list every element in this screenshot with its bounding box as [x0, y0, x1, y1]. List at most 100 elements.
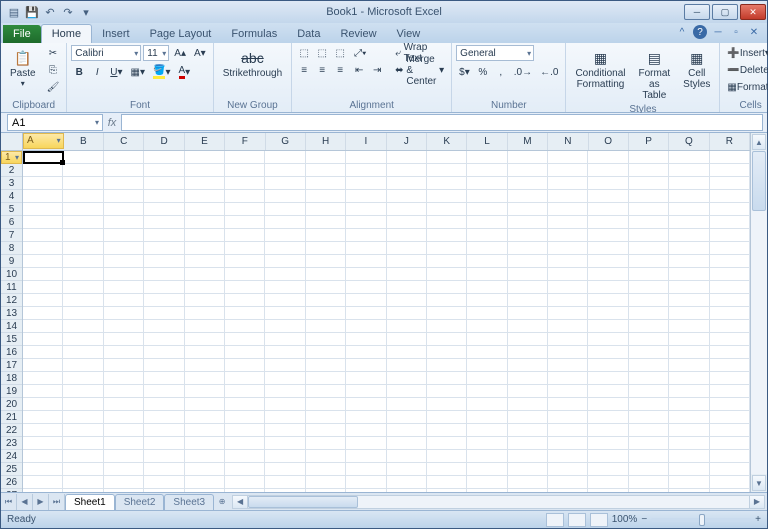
row-header-26[interactable]: 26 [1, 476, 22, 489]
formula-bar[interactable] [121, 114, 763, 131]
increase-indent-button[interactable]: ⇥ [369, 62, 385, 78]
column-header-N[interactable]: N [548, 133, 588, 150]
align-bottom-button[interactable]: ⬚ [332, 45, 348, 61]
row-header-22[interactable]: 22 [1, 424, 22, 437]
row-header-13[interactable]: 13 [1, 307, 22, 320]
new-sheet-button[interactable]: ⊕ [214, 494, 230, 510]
conditional-formatting-button[interactable]: ▦ Conditional Formatting [570, 45, 630, 93]
tab-formulas[interactable]: Formulas [221, 25, 287, 43]
row-header-23[interactable]: 23 [1, 437, 22, 450]
merge-center-button[interactable]: ⬌ Merge & Center ▾ [392, 62, 447, 78]
format-as-table-button[interactable]: ▤ Format as Table [634, 45, 676, 104]
sheet-tab-2[interactable]: Sheet2 [115, 494, 165, 510]
doc-minimize-icon[interactable]: ─ [711, 25, 725, 39]
row-header-15[interactable]: 15 [1, 333, 22, 346]
delete-cells-button[interactable]: ➖ Delete ▾ [724, 62, 768, 78]
sheet-nav-prev[interactable]: ◀ [17, 494, 33, 510]
align-left-button[interactable]: ≡ [296, 62, 312, 78]
border-button[interactable]: ▦▾ [128, 64, 148, 80]
percent-button[interactable]: % [475, 64, 491, 80]
row-header-10[interactable]: 10 [1, 268, 22, 281]
minimize-ribbon-icon[interactable]: ^ [675, 25, 689, 39]
paste-button[interactable]: 📋 Paste ▾ [5, 45, 41, 91]
help-icon[interactable]: ? [693, 25, 707, 39]
bold-button[interactable]: B [71, 64, 87, 80]
column-header-K[interactable]: K [427, 133, 467, 150]
doc-close-icon[interactable]: ✕ [747, 25, 761, 39]
align-top-button[interactable]: ⬚ [296, 45, 312, 61]
grow-font-button[interactable]: A▴ [171, 45, 189, 61]
tab-view[interactable]: View [387, 25, 431, 43]
minimize-button[interactable]: ─ [684, 4, 710, 20]
select-all-corner[interactable] [1, 133, 22, 151]
orientation-button[interactable]: ⤢▾ [351, 45, 369, 61]
row-header-5[interactable]: 5 [1, 203, 22, 216]
row-header-19[interactable]: 19 [1, 385, 22, 398]
tab-data[interactable]: Data [287, 25, 330, 43]
font-name-select[interactable]: Calibri [71, 45, 141, 61]
vscroll-track[interactable] [751, 151, 767, 474]
number-format-select[interactable]: General [456, 45, 534, 61]
column-header-D[interactable]: D [144, 133, 184, 150]
fx-icon[interactable]: fx [103, 117, 121, 129]
column-header-O[interactable]: O [589, 133, 629, 150]
font-size-select[interactable]: 11 [143, 45, 169, 61]
shrink-font-button[interactable]: A▾ [191, 45, 209, 61]
accounting-button[interactable]: $▾ [456, 64, 473, 80]
column-header-A[interactable]: A [23, 133, 64, 149]
zoom-level[interactable]: 100% [612, 514, 638, 525]
copy-button[interactable]: ⎘ [44, 62, 63, 78]
column-header-C[interactable]: C [104, 133, 144, 150]
qat-more-icon[interactable]: ▾ [79, 5, 93, 19]
format-painter-button[interactable]: 🖌 [44, 79, 63, 95]
row-header-18[interactable]: 18 [1, 372, 22, 385]
align-center-button[interactable]: ≡ [314, 62, 330, 78]
name-box[interactable]: A1 [7, 114, 103, 131]
column-header-B[interactable]: B [64, 133, 104, 150]
zoom-out-button[interactable]: − [641, 514, 647, 525]
column-header-J[interactable]: J [387, 133, 427, 150]
view-page-break-button[interactable] [590, 513, 608, 527]
hscroll-track[interactable] [248, 495, 749, 509]
scroll-right-button[interactable]: ▶ [749, 495, 765, 509]
scroll-left-button[interactable]: ◀ [232, 495, 248, 509]
sheet-nav-next[interactable]: ▶ [33, 494, 49, 510]
row-header-14[interactable]: 14 [1, 320, 22, 333]
fill-color-button[interactable]: 🪣▾ [150, 64, 173, 80]
zoom-slider[interactable] [651, 518, 751, 522]
row-header-25[interactable]: 25 [1, 463, 22, 476]
tab-file[interactable]: File [3, 25, 41, 43]
comma-button[interactable]: , [493, 64, 509, 80]
insert-cells-button[interactable]: ➕ Insert ▾ [724, 45, 768, 61]
row-header-6[interactable]: 6 [1, 216, 22, 229]
row-header-17[interactable]: 17 [1, 359, 22, 372]
cell-styles-button[interactable]: ▦ Cell Styles [678, 45, 715, 93]
decrease-decimal-button[interactable]: ←.0 [537, 64, 561, 80]
underline-button[interactable]: U▾ [107, 64, 125, 80]
format-cells-button[interactable]: ▦ Format ▾ [724, 79, 768, 95]
font-color-button[interactable]: A▾ [176, 64, 194, 80]
row-header-24[interactable]: 24 [1, 450, 22, 463]
undo-icon[interactable]: ↶ [43, 5, 57, 19]
row-header-8[interactable]: 8 [1, 242, 22, 255]
horizontal-scrollbar[interactable]: ◀ ▶ [232, 495, 765, 509]
row-header-11[interactable]: 11 [1, 281, 22, 294]
sheet-tab-3[interactable]: Sheet3 [164, 494, 214, 510]
zoom-slider-knob[interactable] [699, 514, 705, 526]
row-header-3[interactable]: 3 [1, 177, 22, 190]
row-header-12[interactable]: 12 [1, 294, 22, 307]
column-header-G[interactable]: G [266, 133, 306, 150]
sheet-nav-last[interactable]: ⏭ [49, 494, 65, 510]
column-header-Q[interactable]: Q [669, 133, 709, 150]
scroll-down-button[interactable]: ▼ [752, 475, 766, 491]
tab-insert[interactable]: Insert [92, 25, 140, 43]
increase-decimal-button[interactable]: .0→ [511, 64, 535, 80]
tab-page-layout[interactable]: Page Layout [140, 25, 222, 43]
view-page-layout-button[interactable] [568, 513, 586, 527]
tab-review[interactable]: Review [330, 25, 386, 43]
row-header-16[interactable]: 16 [1, 346, 22, 359]
column-header-M[interactable]: M [508, 133, 548, 150]
tab-home[interactable]: Home [41, 24, 92, 43]
vscroll-thumb[interactable] [752, 151, 766, 211]
column-header-R[interactable]: R [710, 133, 750, 150]
